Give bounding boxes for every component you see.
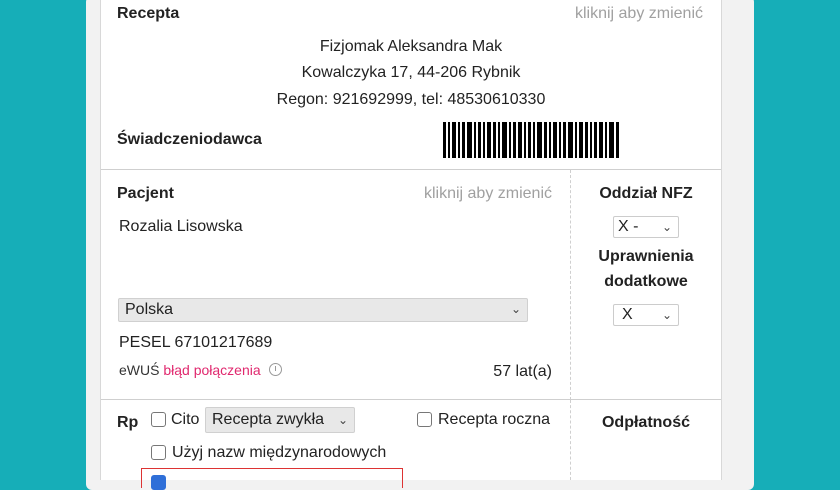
barcode-bar — [513, 122, 516, 158]
prescription-type-value: Recepta zwykła — [212, 411, 325, 428]
uprawnienia-line2: dodatkowe — [604, 273, 688, 290]
pacjent-title: Pacjent — [117, 185, 174, 202]
partial-checkbox[interactable] — [151, 475, 166, 490]
prescription-sheet: Recepta kliknij aby zmienić Fizjomak Ale… — [100, 0, 722, 490]
provider-address: Kowalczyka 17, 44-206 Rybnik — [301, 64, 521, 81]
nfz-section: Oddział NFZ X - ⌄ Uprawnienia dodatkowe … — [571, 170, 721, 400]
provider-label: Świadczeniodawca — [117, 131, 262, 148]
barcode-bar — [462, 122, 465, 158]
barcode-bar — [599, 122, 603, 158]
uprawnienia-select[interactable]: X ⌄ — [613, 304, 679, 326]
barcode-bar — [498, 122, 500, 158]
cito-label: Cito — [171, 411, 200, 428]
barcode-bar — [549, 122, 551, 158]
barcode-bar — [467, 122, 472, 158]
pacjent-change-hint[interactable]: kliknij aby zmienić — [424, 185, 552, 203]
barcode-bar — [443, 122, 446, 158]
barcode-bar — [509, 122, 511, 158]
ewus-status: eWUŚ błąd połączenia — [119, 362, 282, 378]
barcode-bar — [590, 122, 592, 158]
chevron-down-icon: ⌄ — [510, 302, 521, 316]
barcode-bar — [568, 122, 573, 158]
barcode-bar — [478, 122, 481, 158]
barcode-bar — [594, 122, 597, 158]
chevron-down-icon: ⌄ — [661, 220, 672, 234]
nfz-oddzial-value: X - — [618, 218, 639, 235]
barcode-bar — [585, 122, 588, 158]
barcode-bar — [605, 122, 607, 158]
barcode-bar — [524, 122, 526, 158]
barcode-bar — [487, 122, 491, 158]
prescription-type-select[interactable]: Recepta zwykła ⌄ — [205, 407, 355, 433]
pacjent-section[interactable]: Pacjent kliknij aby zmienić Rozalia Liso… — [101, 170, 571, 400]
uprawnienia-value: X — [622, 306, 633, 323]
provider-regon: Regon: 921692999, tel: 48530610330 — [276, 91, 546, 108]
highlight-frame — [141, 468, 403, 488]
country-value: Polska — [125, 301, 174, 318]
patient-age: 57 lat(a) — [493, 363, 552, 380]
barcode-bar — [616, 122, 619, 158]
chevron-down-icon: ⌄ — [661, 308, 672, 322]
barcode-bar — [537, 122, 542, 158]
rp-label: Rp — [117, 414, 139, 431]
uprawnienia-line1: Uprawnienia — [598, 248, 694, 265]
annual-label: Recepta roczna — [438, 411, 551, 428]
barcode-bar — [553, 122, 557, 158]
intl-names-checkbox[interactable] — [151, 445, 166, 460]
rp-section: Rp Cito Recepta zwykła ⌄ Recepta roczna … — [101, 400, 571, 490]
barcode-bar — [609, 122, 614, 158]
barcode-bar — [518, 122, 522, 158]
recepta-section[interactable]: Recepta kliknij aby zmienić Fizjomak Ale… — [101, 0, 721, 170]
barcode-bar — [502, 122, 507, 158]
odplatnosc-title: Odpłatność — [601, 414, 690, 431]
cito-checkbox[interactable] — [151, 412, 166, 427]
provider-name: Fizjomak Aleksandra Mak — [319, 38, 503, 55]
barcode-bar — [533, 122, 535, 158]
ewus-error-link[interactable]: błąd połączenia — [163, 362, 260, 378]
recepta-change-hint[interactable]: kliknij aby zmienić — [575, 5, 703, 23]
barcode-bar — [559, 122, 561, 158]
country-select[interactable]: Polska ⌄ — [118, 298, 528, 322]
barcode-bar — [563, 122, 566, 158]
patient-pesel: PESEL 67101217689 — [119, 334, 273, 351]
clock-icon[interactable] — [268, 363, 282, 376]
barcode-bar — [493, 122, 496, 158]
barcode-bar — [483, 122, 485, 158]
barcode-bar — [474, 122, 476, 158]
odplatnosc-section: Odpłatność — [571, 400, 721, 480]
annual-checkbox[interactable] — [417, 412, 432, 427]
nfz-title: Oddział NFZ — [599, 185, 693, 202]
chevron-down-icon: ⌄ — [337, 413, 348, 427]
barcode-bar — [528, 122, 531, 158]
barcode-bar — [452, 122, 456, 158]
barcode-bar — [544, 122, 547, 158]
ewus-label: eWUŚ — [119, 362, 160, 378]
patient-name: Rozalia Lisowska — [119, 218, 243, 235]
barcode — [443, 122, 677, 158]
barcode-bar — [448, 122, 450, 158]
barcode-bar — [575, 122, 577, 158]
recepta-title: Recepta — [117, 5, 180, 22]
intl-names-label: Użyj nazw międzynarodowych — [172, 444, 387, 461]
nfz-oddzial-select[interactable]: X - ⌄ — [613, 216, 679, 238]
barcode-bar — [458, 122, 460, 158]
barcode-bar — [579, 122, 583, 158]
